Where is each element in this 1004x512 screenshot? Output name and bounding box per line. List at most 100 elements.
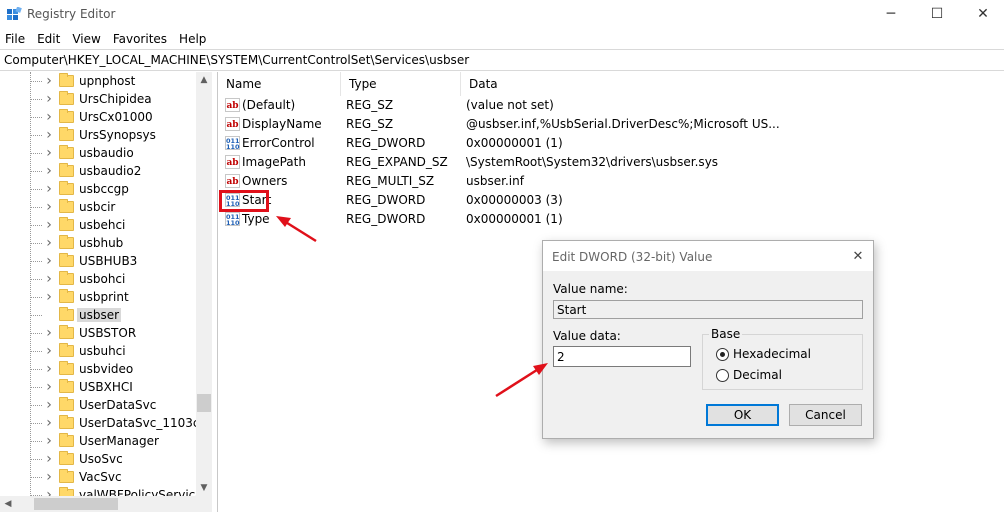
tree-item[interactable]: › UrsCx01000 [0,108,196,126]
chevron-right-icon[interactable]: › [44,468,54,486]
minimize-button[interactable]: ─ [868,0,914,28]
folder-icon [59,307,74,321]
value-name: Owners [242,174,288,188]
scroll-left-icon[interactable]: ◀ [0,496,16,512]
tree-connector [30,225,42,226]
tree-item-label: usbuhci [79,344,126,358]
folder-icon [59,253,74,267]
chevron-right-icon[interactable]: › [44,108,54,126]
chevron-right-icon[interactable]: › [44,234,54,252]
chevron-right-icon[interactable]: › [44,252,54,270]
cancel-button[interactable]: Cancel [789,404,862,426]
chevron-right-icon[interactable]: › [44,162,54,180]
tree-item[interactable]: › usbaudio [0,144,196,162]
scroll-thumb[interactable] [197,394,211,412]
menu-bar: File Edit View Favorites Help [0,29,212,49]
tree-horizontal-scrollbar[interactable]: ◀ [0,496,212,512]
tree-item[interactable]: › usbvideo [0,360,196,378]
tree-item[interactable]: › UrsSynopsys [0,126,196,144]
dialog-close-icon[interactable]: ✕ [849,247,867,265]
tree-item[interactable]: › USBHUB3 [0,252,196,270]
tree-item[interactable]: › USBXHCI [0,378,196,396]
value-row[interactable]: 011 110 ErrorControl REG_DWORD 0x00000001 (… [218,134,1004,153]
tree-item[interactable]: › usbcir [0,198,196,216]
value-row[interactable]: 011 110 Type REG_DWORD 0x00000001 (1) [218,210,1004,229]
hexadecimal-radio[interactable] [716,348,729,361]
menu-help[interactable]: Help [173,32,212,46]
decimal-label[interactable]: Decimal [733,368,782,382]
hexadecimal-label[interactable]: Hexadecimal [733,347,811,361]
chevron-right-icon[interactable]: › [44,270,54,288]
tree-item[interactable]: › UrsChipidea [0,90,196,108]
tree-item[interactable]: › upnphost [0,72,196,90]
column-header-data[interactable]: Data [461,72,751,96]
maximize-button[interactable]: ☐ [914,0,960,28]
tree-item[interactable]: › UserManager [0,432,196,450]
tree-item[interactable]: › USBSTOR [0,324,196,342]
binary-value-icon: 011 110 [225,212,240,227]
value-row[interactable]: ab (Default) REG_SZ (value not set) [218,96,1004,115]
chevron-right-icon[interactable]: › [44,378,54,396]
chevron-right-icon[interactable]: › [44,216,54,234]
tree-connector [30,441,42,442]
chevron-right-icon[interactable]: › [44,324,54,342]
scroll-down-icon[interactable]: ▼ [196,480,212,496]
chevron-right-icon[interactable]: › [44,180,54,198]
value-row[interactable]: ab ImagePath REG_EXPAND_SZ \SystemRoot\Syst… [218,153,1004,172]
tree-item[interactable]: › usbccgp [0,180,196,198]
chevron-right-icon[interactable]: › [44,126,54,144]
chevron-right-icon[interactable]: › [44,432,54,450]
tree-item[interactable]: › UsoSvc [0,450,196,468]
tree-item[interactable]: › VacSvc [0,468,196,486]
chevron-right-icon[interactable]: › [44,90,54,108]
value-data: \SystemRoot\System32\drivers\usbser.sys [466,155,719,169]
tree-item-label: USBXHCI [79,380,133,394]
tree-item[interactable]: › usbprint [0,288,196,306]
folder-icon [59,361,74,375]
tree-item[interactable]: › UserDataSvc [0,396,196,414]
chevron-right-icon[interactable]: › [44,342,54,360]
ok-button[interactable]: OK [706,404,779,426]
menu-view[interactable]: View [66,32,106,46]
value-row[interactable]: ab Owners REG_MULTI_SZ usbser.inf [218,172,1004,191]
base-group [702,334,863,390]
tree-vertical-scrollbar[interactable]: ▲ ▼ [196,72,212,496]
column-header-type[interactable]: Type [341,72,461,96]
close-button[interactable]: ✕ [960,0,1004,28]
start-highlight-annotation [219,190,269,212]
value-row[interactable]: 011 110 Start REG_DWORD 0x00000003 (3) [218,191,1004,210]
menu-file[interactable]: File [0,32,31,46]
chevron-right-icon[interactable]: › [44,288,54,306]
address-bar[interactable]: Computer\HKEY_LOCAL_MACHINE\SYSTEM\Curre… [0,49,1004,71]
value-type: REG_EXPAND_SZ [346,155,448,169]
horizontal-scroll-thumb[interactable] [34,498,118,510]
chevron-right-icon[interactable]: › [44,360,54,378]
tree-item[interactable]: › usbehci [0,216,196,234]
scroll-up-icon[interactable]: ▲ [196,72,212,88]
folder-icon [59,109,74,123]
tree-item[interactable]: usbser [0,306,196,324]
folder-icon [59,343,74,357]
chevron-right-icon[interactable]: › [44,144,54,162]
string-value-icon: ab [225,98,240,112]
tree-item[interactable]: › usbuhci [0,342,196,360]
chevron-right-icon[interactable]: › [44,72,54,90]
tree-item[interactable]: › usbaudio2 [0,162,196,180]
menu-edit[interactable]: Edit [31,32,66,46]
value-row[interactable]: ab DisplayName REG_SZ @usbser.inf,%UsbSeria… [218,115,1004,134]
chevron-right-icon[interactable]: › [44,450,54,468]
chevron-right-icon[interactable]: › [44,396,54,414]
tree-item[interactable]: › UserDataSvc_1103c15 [0,414,212,432]
column-header-name[interactable]: Name [218,72,341,96]
tree-item[interactable]: › usbhub [0,234,196,252]
tree-connector [30,243,42,244]
decimal-radio[interactable] [716,369,729,382]
menu-favorites[interactable]: Favorites [107,32,173,46]
chevron-right-icon[interactable]: › [44,198,54,216]
chevron-right-icon[interactable]: › [44,414,54,432]
folder-icon [59,289,74,303]
tree-item[interactable]: › usbohci [0,270,196,288]
folder-icon [59,271,74,285]
base-label: Base [709,327,743,341]
value-data-input[interactable]: 2 [553,346,691,367]
